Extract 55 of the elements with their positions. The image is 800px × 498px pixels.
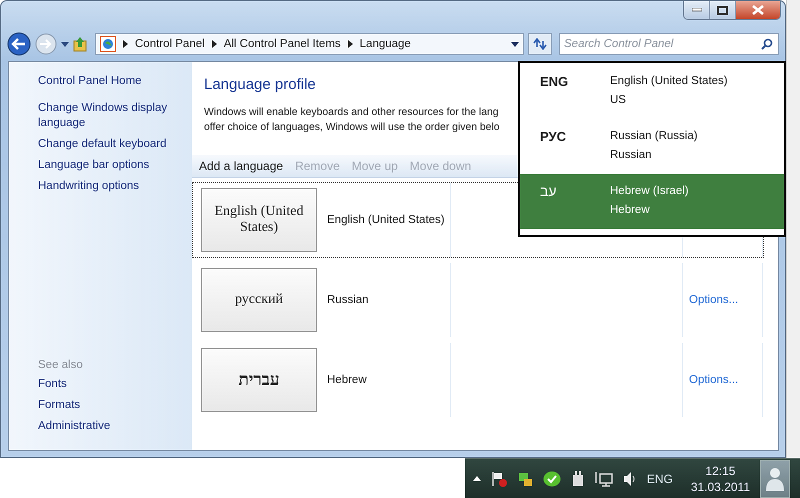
close-button[interactable]	[736, 1, 780, 19]
options-link[interactable]: Options...	[683, 294, 738, 306]
user-icon	[765, 466, 785, 492]
language-menu-item[interactable]: РУС Russian (Russia) Russian	[520, 119, 784, 174]
back-button[interactable]	[7, 32, 31, 56]
sidebar-link[interactable]: Language bar options	[38, 158, 173, 173]
input-language-indicator[interactable]: ENG	[646, 472, 673, 486]
language-preview-button[interactable]: English (United States)	[201, 188, 317, 252]
minimize-button[interactable]	[684, 1, 710, 19]
language-preview-button[interactable]: עברית	[201, 348, 317, 412]
maximize-icon	[717, 6, 728, 14]
flag-icon[interactable]	[490, 470, 507, 486]
sidebar-link[interactable]: Change default keyboard	[38, 137, 173, 152]
see-also-heading: See also	[38, 359, 84, 371]
chevron-icon	[348, 40, 353, 48]
language-preview-button[interactable]: русский	[201, 268, 317, 332]
options-link[interactable]: Options...	[683, 374, 738, 386]
close-icon	[752, 5, 764, 15]
sidebar-link[interactable]: Administrative	[38, 419, 173, 434]
chevron-icon	[123, 40, 128, 48]
language-name: English (United States)	[327, 214, 445, 226]
refresh-icon	[533, 38, 547, 50]
sidebar-link[interactable]: Change Windows display language	[38, 101, 173, 131]
history-dropdown-icon[interactable]	[61, 42, 69, 46]
description-text: offer choice of languages, Windows will use the order given belo	[204, 121, 500, 135]
page-title: Language profile	[204, 76, 316, 93]
breadcrumb-item[interactable]: All Control Panel Items	[224, 38, 341, 50]
sidebar-link[interactable]: Control Panel Home	[38, 74, 173, 89]
maximize-button[interactable]	[710, 1, 736, 19]
sidebar-link[interactable]: Handwriting options	[38, 179, 173, 194]
description-text: Windows will enable keyboards and other resources for the lang	[204, 106, 500, 120]
search-field[interactable]: Search Control Panel	[559, 33, 779, 55]
clock-time[interactable]: 12:15	[705, 462, 736, 478]
refresh-button[interactable]	[528, 33, 552, 55]
shield-check-icon[interactable]	[542, 470, 561, 486]
network-icon[interactable]	[594, 470, 613, 486]
breadcrumb-item[interactable]: Language	[360, 38, 411, 50]
chevron-icon	[212, 40, 217, 48]
sidebar-link[interactable]: Fonts	[38, 377, 173, 392]
address-bar[interactable]: Control Panel All Control Panel Items Language	[95, 33, 524, 55]
show-hidden-icon[interactable]	[472, 476, 481, 481]
power-plug-icon[interactable]	[570, 470, 585, 486]
dropdown-icon[interactable]	[511, 42, 519, 46]
sidebar-link[interactable]: Formats	[38, 398, 173, 413]
language-name: Russian	[327, 294, 369, 306]
breadcrumb-item[interactable]: Control Panel	[135, 38, 205, 50]
language-row[interactable]: русский Russian Options...	[192, 262, 764, 338]
language-name: Hebrew	[327, 374, 367, 386]
toolbar-button[interactable]: Add a language	[199, 159, 284, 173]
speaker-icon[interactable]	[622, 470, 637, 486]
minimize-icon	[692, 8, 702, 12]
clock-date[interactable]: 31.03.2011	[690, 478, 750, 494]
user-button[interactable]	[760, 460, 790, 498]
search-icon[interactable]	[761, 38, 773, 50]
language-menu-item[interactable]: ENG English (United States) US	[520, 64, 784, 119]
